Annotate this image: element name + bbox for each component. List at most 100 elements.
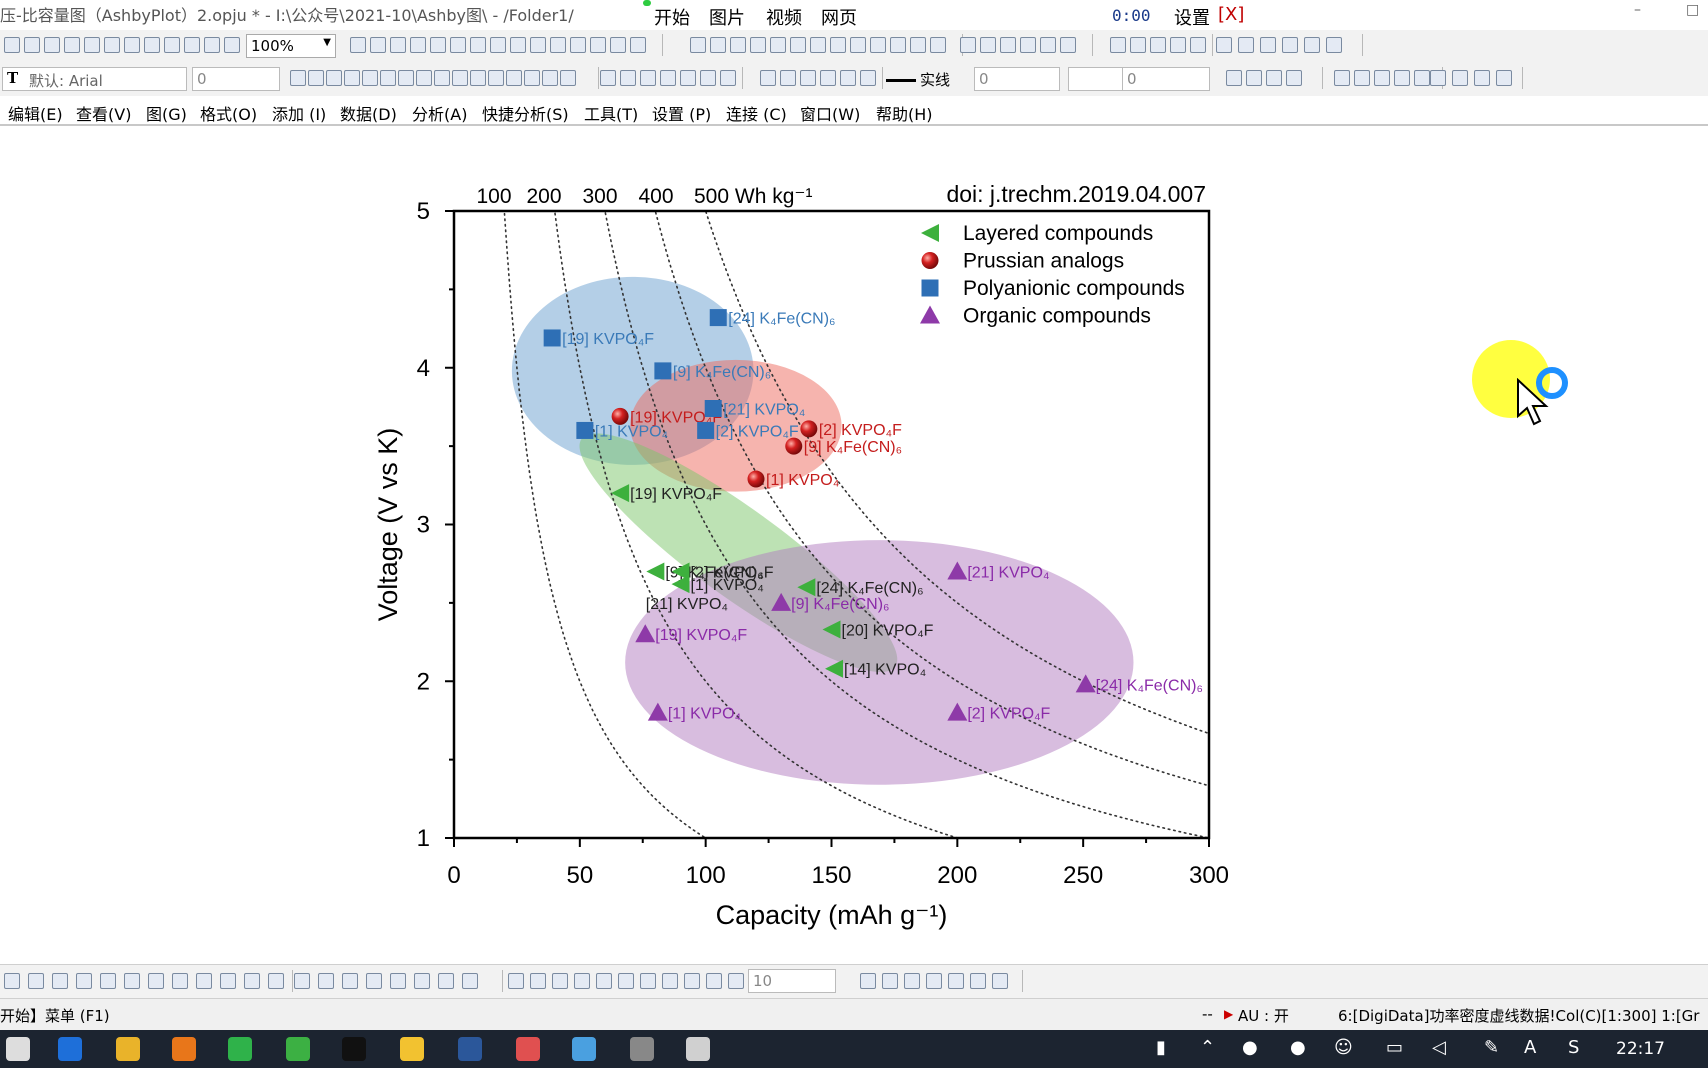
toolbar-button-icon[interactable] <box>244 973 260 989</box>
toolbar-button-icon[interactable] <box>600 70 616 86</box>
toolbar-button-icon[interactable] <box>84 37 100 53</box>
toolbar-button-icon[interactable] <box>390 37 406 53</box>
toolbar-button-icon[interactable] <box>4 973 20 989</box>
toolbar-button-icon[interactable] <box>430 37 446 53</box>
tray-icon[interactable]: ☺ <box>1334 1037 1353 1058</box>
toolbar-button-icon[interactable] <box>890 37 906 53</box>
toolbar-button-icon[interactable] <box>530 37 546 53</box>
toolbar-button-icon[interactable] <box>1040 37 1056 53</box>
toolbar-button-icon[interactable] <box>1334 70 1350 86</box>
menu-item-6[interactable]: 分析(A) <box>412 101 467 125</box>
toolbar-button-icon[interactable] <box>294 973 310 989</box>
line-width-select[interactable]: 0 <box>974 67 1060 91</box>
toolbar-button-icon[interactable] <box>510 37 526 53</box>
toolbar-button-icon[interactable] <box>362 70 378 86</box>
toolbar-button-icon[interactable] <box>470 70 486 86</box>
toolbar-button-icon[interactable] <box>344 70 360 86</box>
toolbar-button-icon[interactable] <box>850 37 866 53</box>
tray-icon[interactable]: A <box>1524 1037 1536 1058</box>
toolbar-button-icon[interactable] <box>820 70 836 86</box>
toolbar-button-icon[interactable] <box>1238 37 1254 53</box>
toolbar-button-icon[interactable] <box>780 70 796 86</box>
toolbar-button-icon[interactable] <box>398 70 414 86</box>
tray-icon[interactable]: ◁ <box>1432 1037 1446 1058</box>
minimize-icon[interactable]: – <box>1634 2 1650 18</box>
toolbar-button-icon[interactable] <box>760 70 776 86</box>
toolbar-button-icon[interactable] <box>148 973 164 989</box>
menu-item-2[interactable]: 图(G) <box>146 101 187 125</box>
toolbar-button-icon[interactable] <box>524 70 540 86</box>
toolbar-button-icon[interactable] <box>870 37 886 53</box>
toolbar-button-icon[interactable] <box>1020 37 1036 53</box>
toolbar-button-icon[interactable] <box>750 37 766 53</box>
toolbar-button-icon[interactable] <box>542 70 558 86</box>
toolbar-button-icon[interactable] <box>1496 70 1512 86</box>
toolbar-button-icon[interactable] <box>790 37 806 53</box>
toolbar-button-icon[interactable] <box>452 70 468 86</box>
toolbar-button-icon[interactable] <box>308 70 324 86</box>
toolbar-button-icon[interactable] <box>660 70 676 86</box>
toolbar-button-icon[interactable] <box>590 37 606 53</box>
taskbar-app-icon[interactable] <box>116 1037 140 1061</box>
toolbar-button-icon[interactable] <box>1130 37 1146 53</box>
toolbar-button-icon[interactable] <box>204 37 220 53</box>
media-video-button[interactable]: 视频 <box>766 4 802 30</box>
toolbar-button-icon[interactable] <box>326 70 342 86</box>
toolbar-button-icon[interactable] <box>640 70 656 86</box>
taskbar-app-icon[interactable] <box>286 1037 310 1061</box>
settings-button[interactable]: 设置 <box>1174 4 1210 30</box>
toolbar-button-icon[interactable] <box>414 973 430 989</box>
toolbar-button-icon[interactable] <box>618 973 634 989</box>
taskbar-app-icon[interactable] <box>6 1037 30 1061</box>
toolbar-button-icon[interactable] <box>706 973 722 989</box>
toolbar-button-icon[interactable] <box>172 973 188 989</box>
menu-item-9[interactable]: 设置 (P) <box>652 101 711 125</box>
toolbar-button-icon[interactable] <box>268 973 284 989</box>
toolbar-button-icon[interactable] <box>1430 70 1446 86</box>
toolbar-button-icon[interactable] <box>1474 70 1490 86</box>
toolbar-button-icon[interactable] <box>488 70 504 86</box>
toolbar-button-icon[interactable] <box>552 973 568 989</box>
toolbar-button-icon[interactable] <box>144 37 160 53</box>
toolbar-button-icon[interactable] <box>830 37 846 53</box>
toolbar-button-icon[interactable] <box>574 973 590 989</box>
toolbar-button-icon[interactable] <box>800 70 816 86</box>
toolbar-button-icon[interactable] <box>684 973 700 989</box>
menu-item-3[interactable]: 格式(O) <box>200 101 257 125</box>
plot-size-select[interactable]: 10 <box>748 969 836 993</box>
toolbar-button-icon[interactable] <box>1110 37 1126 53</box>
toolbar-button-icon[interactable] <box>1000 37 1016 53</box>
toolbar-button-icon[interactable] <box>530 973 546 989</box>
toolbar-button-icon[interactable] <box>366 973 382 989</box>
toolbar-button-icon[interactable] <box>100 973 116 989</box>
menu-item-5[interactable]: 数据(D) <box>340 101 397 125</box>
toolbar-button-icon[interactable] <box>410 37 426 53</box>
toolbar-button-icon[interactable] <box>992 973 1008 989</box>
toolbar-button-icon[interactable] <box>1246 70 1262 86</box>
toolbar-button-icon[interactable] <box>224 37 240 53</box>
toolbar-button-icon[interactable] <box>104 37 120 53</box>
toolbar-button-icon[interactable] <box>124 37 140 53</box>
tray-icon[interactable]: ● <box>1242 1037 1258 1058</box>
toolbar-button-icon[interactable] <box>948 973 964 989</box>
toolbar-button-icon[interactable] <box>318 973 334 989</box>
taskbar-app-icon[interactable] <box>172 1037 196 1061</box>
toolbar-button-icon[interactable] <box>52 973 68 989</box>
toolbar-button-icon[interactable] <box>860 973 876 989</box>
toolbar-button-icon[interactable] <box>164 37 180 53</box>
toolbar-button-icon[interactable] <box>810 37 826 53</box>
menu-item-8[interactable]: 工具(T) <box>584 101 638 125</box>
toolbar-button-icon[interactable] <box>28 973 44 989</box>
toolbar-button-icon[interactable] <box>610 37 626 53</box>
toolbar-button-icon[interactable] <box>710 37 726 53</box>
taskbar-app-icon[interactable] <box>630 1037 654 1061</box>
toolbar-button-icon[interactable] <box>930 37 946 53</box>
toolbar-button-icon[interactable] <box>1452 70 1468 86</box>
line-extra-select[interactable]: 0 <box>1122 67 1210 91</box>
toolbar-button-icon[interactable] <box>380 70 396 86</box>
taskbar-app-icon[interactable] <box>58 1037 82 1061</box>
toolbar-button-icon[interactable] <box>926 973 942 989</box>
toolbar-button-icon[interactable] <box>1286 70 1302 86</box>
menu-item-10[interactable]: 连接 (C) <box>726 101 787 125</box>
toolbar-button-icon[interactable] <box>184 37 200 53</box>
